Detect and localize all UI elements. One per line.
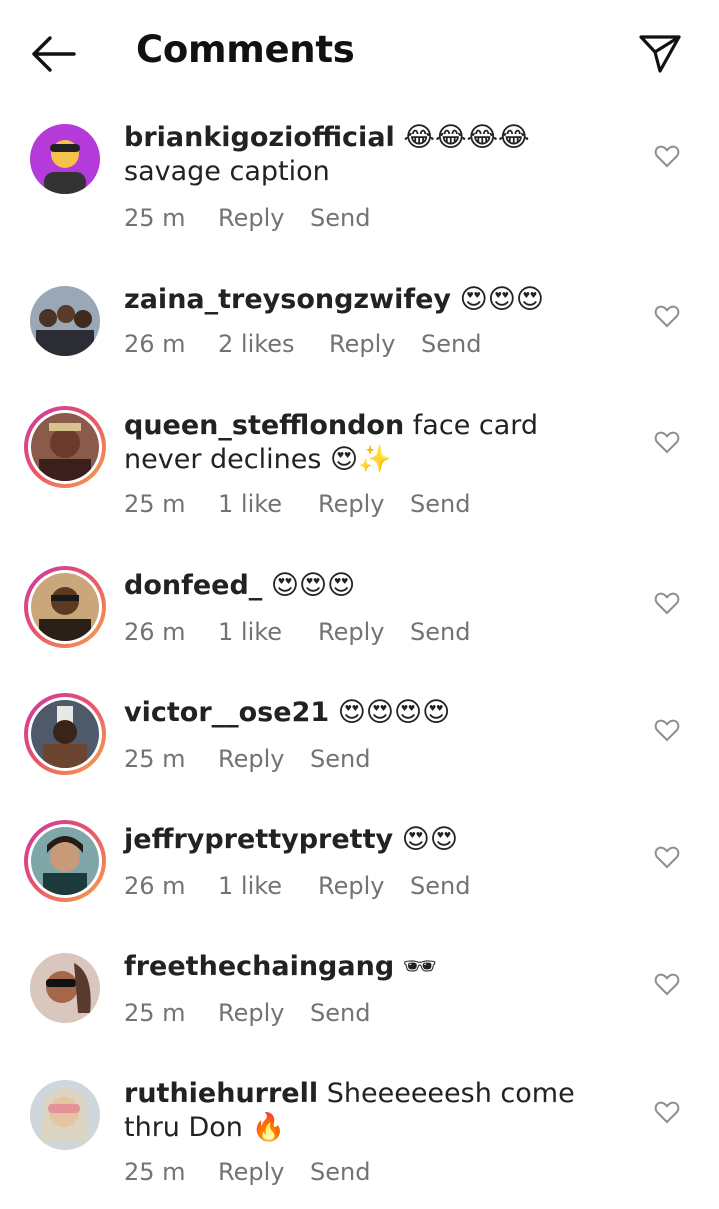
comment-time: 25 m — [124, 204, 186, 232]
comment-time: 25 m — [124, 745, 186, 773]
comment-body: 😍😍😍 — [270, 570, 356, 601]
send-button[interactable]: Send — [410, 490, 470, 518]
heart-icon[interactable] — [654, 972, 680, 996]
comment-username[interactable]: queen_stefflondon — [124, 410, 404, 441]
like-count[interactable]: 1 like — [218, 618, 282, 646]
heart-icon[interactable] — [654, 144, 680, 168]
comment-username[interactable]: victor__ose21 — [124, 697, 329, 728]
comment-text: briankigoziofficial 😂😂😂😂 savage caption — [124, 121, 624, 189]
comment-time: 25 m — [124, 1158, 186, 1186]
comment-username[interactable]: freethechaingang — [124, 951, 394, 982]
heart-icon[interactable] — [654, 718, 680, 742]
reply-button[interactable]: Reply — [318, 490, 384, 518]
comment-username[interactable]: zaina_treysongzwifey — [124, 284, 451, 315]
send-button[interactable]: Send — [310, 745, 370, 773]
like-count[interactable]: 1 like — [218, 872, 282, 900]
page-title: Comments — [136, 28, 355, 71]
comment-text: donfeed_ 😍😍😍 — [124, 569, 624, 603]
comment-body: 😍😍😍 — [459, 284, 545, 315]
avatar-story-ring[interactable] — [24, 820, 106, 902]
comment-body: 🕶 — [402, 951, 438, 982]
reply-button[interactable]: Reply — [218, 745, 284, 773]
avatar-story-ring[interactable] — [24, 693, 106, 775]
reply-button[interactable]: Reply — [329, 330, 395, 358]
paper-plane-icon[interactable] — [638, 32, 682, 74]
heart-icon[interactable] — [654, 591, 680, 615]
comment-body: 😍😍😍😍 — [337, 697, 451, 728]
reply-button[interactable]: Reply — [218, 1158, 284, 1186]
comment-text: queen_stefflondon face card never declin… — [124, 409, 624, 477]
reply-button[interactable]: Reply — [318, 872, 384, 900]
heart-icon[interactable] — [654, 430, 680, 454]
reply-button[interactable]: Reply — [218, 204, 284, 232]
comment-username[interactable]: ruthiehurrell — [124, 1078, 318, 1109]
avatar[interactable] — [24, 280, 106, 362]
avatar-story-ring[interactable] — [24, 406, 106, 488]
heart-icon[interactable] — [654, 845, 680, 869]
send-button[interactable]: Send — [410, 618, 470, 646]
comment-time: 26 m — [124, 872, 186, 900]
heart-icon[interactable] — [654, 1100, 680, 1124]
heart-icon[interactable] — [654, 304, 680, 328]
comment-time: 25 m — [124, 999, 186, 1027]
reply-button[interactable]: Reply — [318, 618, 384, 646]
send-button[interactable]: Send — [310, 204, 370, 232]
comment-text: jeffryprettypretty 😍😍 — [124, 823, 624, 857]
like-count[interactable]: 1 like — [218, 490, 282, 518]
reply-button[interactable]: Reply — [218, 999, 284, 1027]
like-count[interactable]: 2 likes — [218, 330, 295, 358]
comment-text: freethechaingang 🕶 — [124, 950, 624, 984]
comment-text: victor__ose21 😍😍😍😍 — [124, 696, 624, 730]
send-button[interactable]: Send — [310, 1158, 370, 1186]
top-bar: Comments — [0, 0, 719, 105]
send-button[interactable]: Send — [310, 999, 370, 1027]
avatar[interactable] — [24, 947, 106, 1029]
send-button[interactable]: Send — [410, 872, 470, 900]
avatar[interactable] — [24, 1074, 106, 1156]
avatar-story-ring[interactable] — [24, 566, 106, 648]
comment-username[interactable]: donfeed_ — [124, 570, 262, 601]
back-arrow-icon[interactable] — [30, 34, 76, 74]
comment-text: ruthiehurrell Sheeeeeesh come thru Don 🔥 — [124, 1077, 624, 1145]
avatar[interactable] — [24, 118, 106, 200]
comment-time: 25 m — [124, 490, 186, 518]
comment-text: zaina_treysongzwifey 😍😍😍 — [124, 283, 624, 317]
comment-username[interactable]: briankigoziofficial — [124, 122, 395, 153]
comment-time: 26 m — [124, 618, 186, 646]
comment-username[interactable]: jeffryprettypretty — [124, 824, 393, 855]
comment-time: 26 m — [124, 330, 186, 358]
send-button[interactable]: Send — [421, 330, 481, 358]
comment-body: 😍😍 — [401, 824, 458, 855]
